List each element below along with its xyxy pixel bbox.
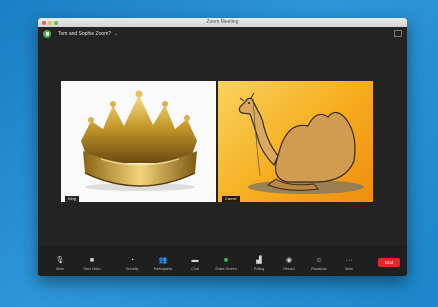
meeting-info-bar: Tom and Sophie Zoom? ⌄	[38, 27, 407, 42]
more-button[interactable]: ··· More	[331, 246, 367, 276]
start-video-button[interactable]: ■ Start Video	[74, 246, 110, 276]
window-title: Zoom Meeting	[206, 19, 239, 25]
meeting-name[interactable]: Tom and Sophie Zoom? ⌄	[58, 31, 118, 37]
chevron-down-icon: ⌄	[114, 31, 119, 37]
meeting-name-label: Tom and Sophie Zoom?	[58, 31, 112, 37]
ellipsis-icon: ···	[345, 257, 353, 264]
grid-view-icon[interactable]	[394, 30, 402, 37]
shield-icon[interactable]	[43, 30, 51, 38]
start-video-label: Start Video	[83, 267, 101, 271]
video-tile-king[interactable]: King	[61, 81, 216, 202]
participant-name-label: King	[65, 196, 80, 202]
microphone-icon: 🎙	[55, 257, 65, 264]
mute-button[interactable]: 🎙 Mute	[42, 246, 78, 276]
crown-image	[81, 90, 197, 191]
meeting-controls-toolbar: 🎙 Mute ■ Start Video ◔ Security 👥 Partic…	[38, 246, 407, 276]
camel-image	[238, 92, 364, 194]
video-camera-icon: ■	[89, 257, 95, 264]
participants-button[interactable]: 👥 Participants	[145, 246, 181, 276]
title-bar: Zoom Meeting	[38, 18, 407, 27]
share-screen-icon: ■	[223, 257, 229, 264]
people-icon: 👥	[158, 257, 168, 264]
share-screen-button[interactable]: ■ Share Screen	[208, 246, 244, 276]
zoom-window: Zoom Meeting Tom and Sophie Zoom? ⌄ King…	[38, 18, 407, 276]
end-meeting-button[interactable]: End	[378, 258, 400, 267]
more-label: More	[345, 267, 353, 271]
video-tile-camel[interactable]: Camel	[218, 81, 373, 202]
participant-name-label: Camel	[222, 196, 240, 202]
